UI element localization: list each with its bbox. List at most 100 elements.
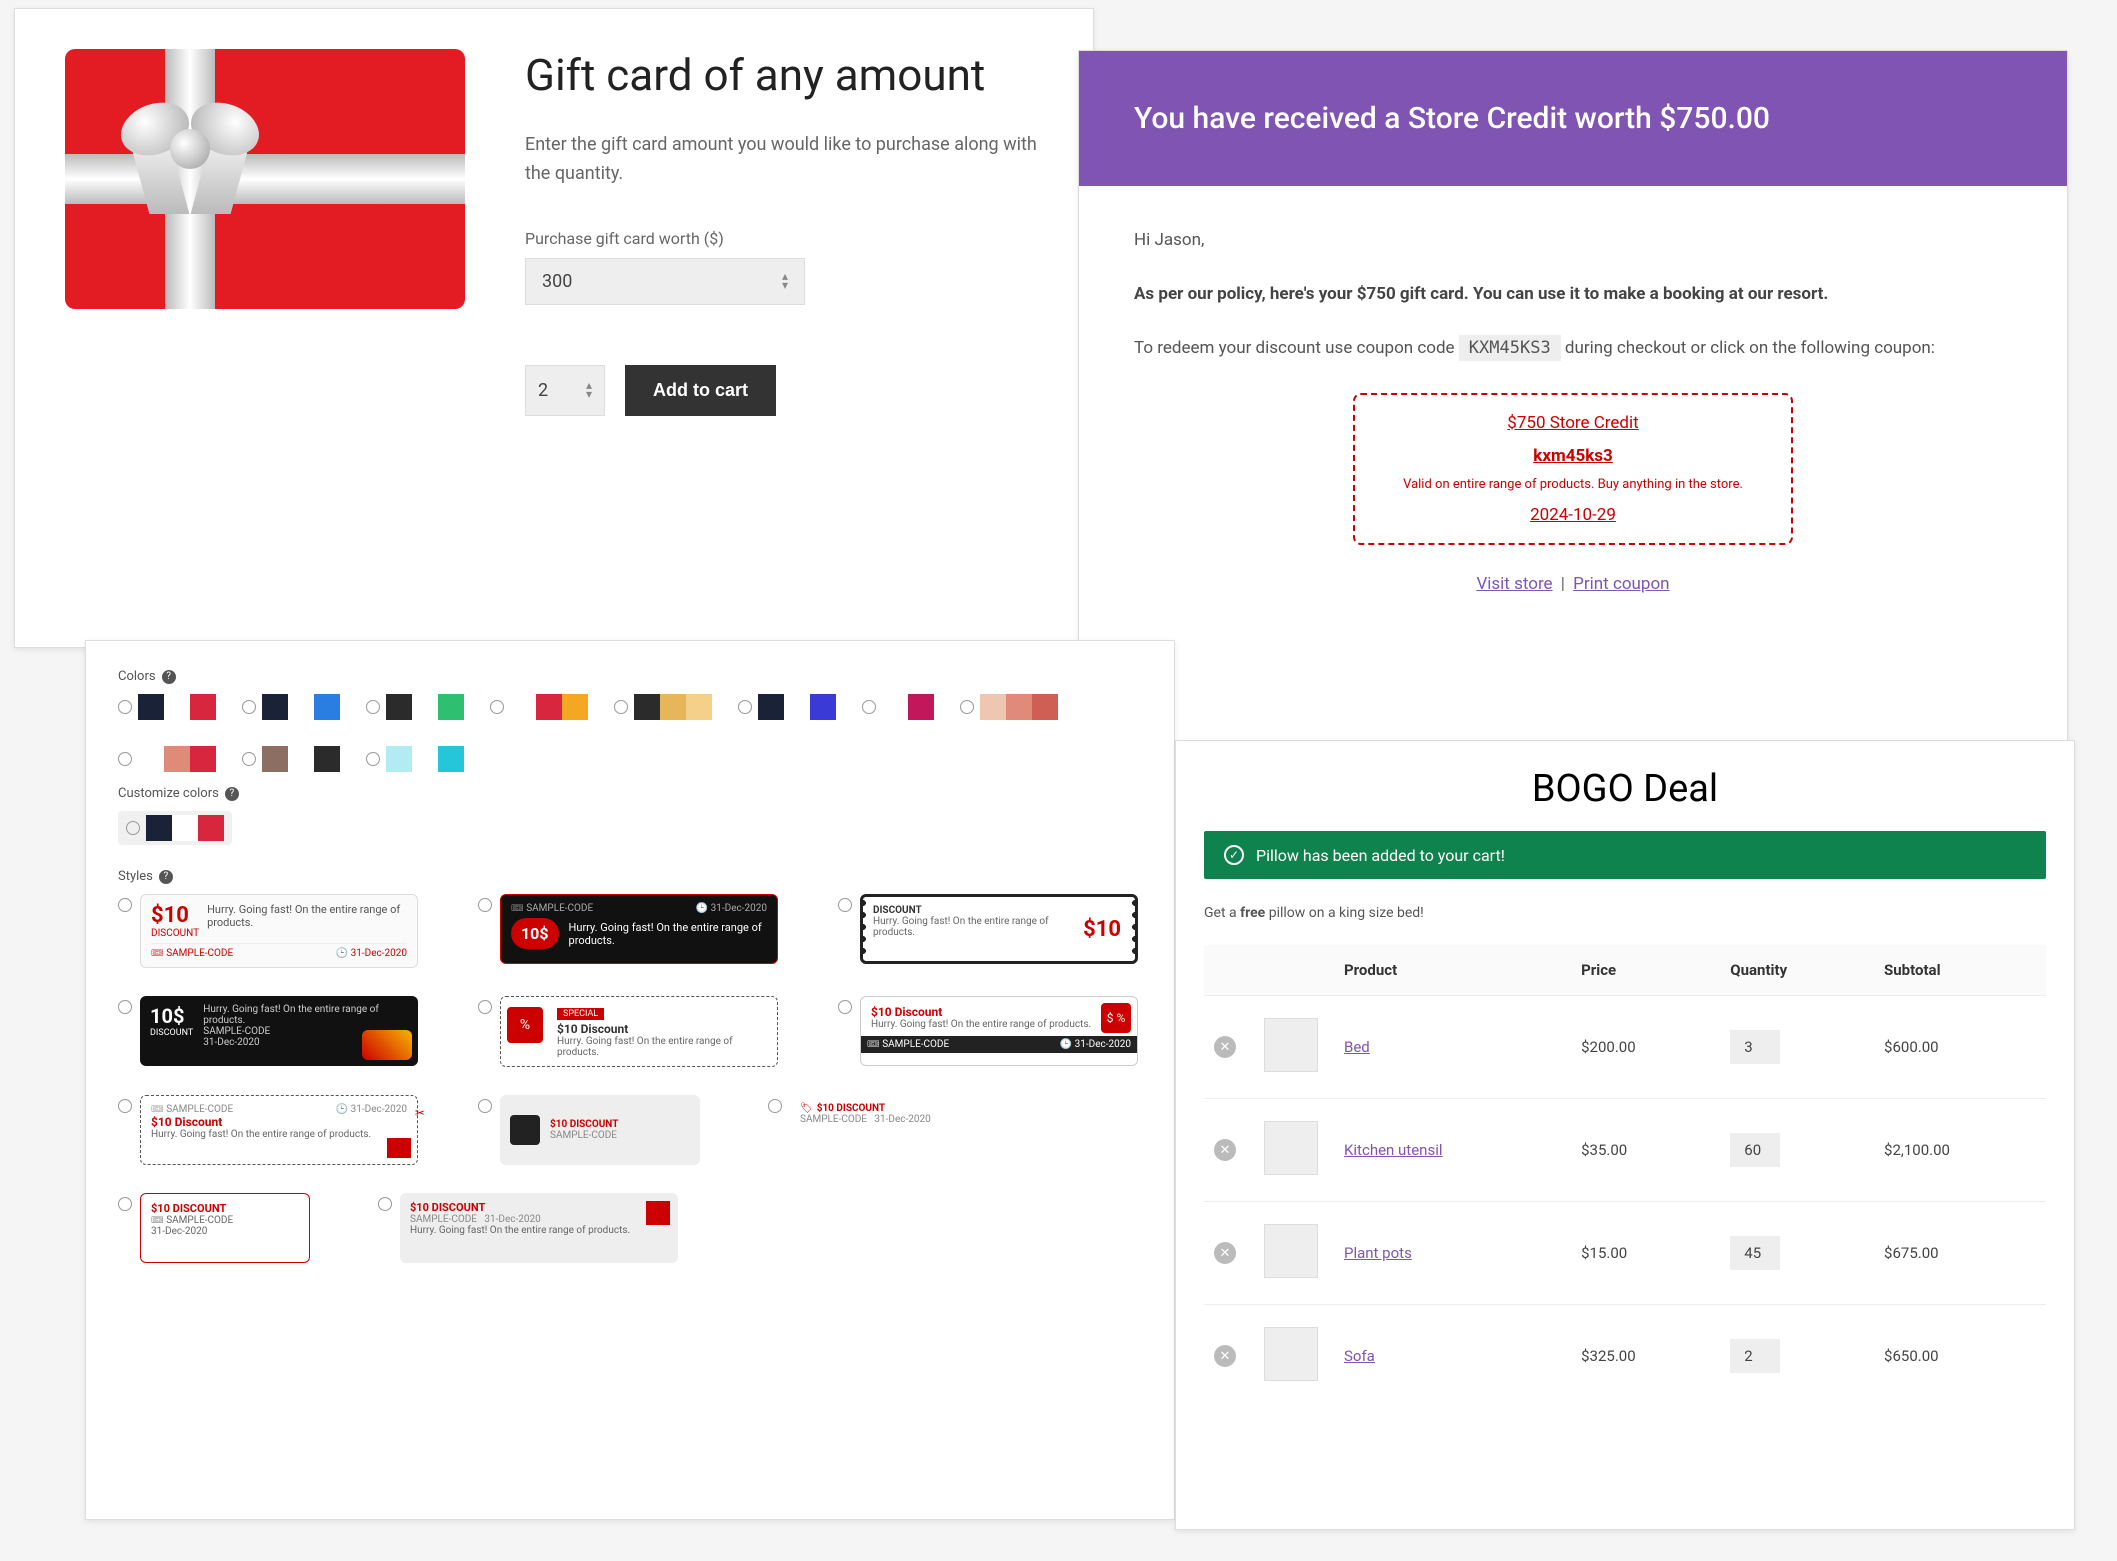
product-thumbnail[interactable] [1264, 1224, 1318, 1278]
radio-icon[interactable] [478, 898, 492, 912]
color-palette-option[interactable] [862, 694, 934, 720]
color-palette-option[interactable] [242, 746, 340, 772]
remove-item-button[interactable]: ✕ [1214, 1345, 1236, 1367]
color-swatch [634, 694, 660, 720]
radio-icon[interactable] [378, 1197, 392, 1211]
table-row: ✕Kitchen utensil$35.0060$2,100.00 [1204, 1099, 2046, 1202]
inline-coupon-code: KXM45KS3 [1459, 335, 1561, 361]
coupon-style-option[interactable]: % SPECIAL $10 Discount Hurry. Going fast… [478, 996, 778, 1067]
color-palette-option[interactable] [242, 694, 340, 720]
coupon-style-option[interactable]: 🏷$10 DISCOUNT SAMPLE-CODE 31-Dec-2020 [768, 1095, 1028, 1165]
color-swatch [686, 694, 712, 720]
color-palette-option[interactable] [490, 694, 588, 720]
product-link[interactable]: Kitchen utensil [1344, 1141, 1443, 1159]
quantity-input[interactable]: 2 ▴▾ [525, 365, 605, 416]
add-to-cart-button[interactable]: Add to cart [625, 365, 776, 416]
color-swatch [198, 815, 224, 841]
quantity-input[interactable]: 60 [1730, 1133, 1780, 1167]
product-link[interactable]: Plant pots [1344, 1244, 1412, 1262]
gift-amount-input[interactable]: 300 ▴▾ [525, 258, 805, 305]
print-coupon-link[interactable]: Print coupon [1573, 574, 1669, 594]
remove-item-button[interactable]: ✕ [1214, 1242, 1236, 1264]
radio-icon[interactable] [490, 700, 504, 714]
col-product: Product [1334, 945, 1571, 996]
coupon-style-option[interactable]: $10 DISCOUNT SAMPLE-CODE 31-Dec-2020 Hur… [378, 1193, 678, 1263]
product-thumbnail[interactable] [1264, 1121, 1318, 1175]
color-swatch [190, 746, 216, 772]
color-palette-option[interactable] [366, 694, 464, 720]
color-swatch [386, 694, 412, 720]
radio-icon[interactable] [478, 1000, 492, 1014]
coupon-style-option[interactable]: $10DISCOUNT Hurry. Going fast! On the en… [118, 894, 418, 968]
stepper-arrows-icon[interactable]: ▴▾ [586, 381, 592, 400]
coupon-style-option[interactable]: $10 DISCOUNT SAMPLE-CODE [478, 1095, 708, 1165]
table-row: ✕Sofa$325.002$650.00 [1204, 1305, 2046, 1408]
coupon-style-option[interactable]: 🎟 SAMPLE-CODE 🕒 31-Dec-2020 10$ Hurry. G… [478, 894, 778, 968]
radio-icon[interactable] [366, 700, 380, 714]
subtotal-cell: $2,100.00 [1874, 1099, 2046, 1202]
color-palette-option[interactable] [366, 746, 464, 772]
coupon-code: kxm45ks3 [1373, 442, 1773, 471]
radio-icon[interactable] [242, 752, 256, 766]
color-palette-option[interactable] [118, 694, 216, 720]
color-swatch [1032, 694, 1058, 720]
color-palette-option[interactable] [118, 746, 216, 772]
help-icon[interactable]: ? [225, 787, 239, 801]
product-thumbnail[interactable] [1264, 1327, 1318, 1381]
stepper-arrows-icon[interactable]: ▴▾ [782, 272, 788, 291]
radio-icon[interactable] [960, 700, 974, 714]
quantity-input[interactable]: 2 [1730, 1339, 1780, 1373]
customize-palette-option[interactable] [118, 811, 232, 845]
quantity-input[interactable]: 45 [1730, 1236, 1780, 1270]
radio-icon[interactable] [118, 700, 132, 714]
quantity-input[interactable]: 3 [1730, 1030, 1780, 1064]
product-link[interactable]: Sofa [1344, 1347, 1375, 1365]
radio-icon[interactable] [738, 700, 752, 714]
color-swatch [510, 694, 536, 720]
radio-icon[interactable] [118, 898, 132, 912]
radio-icon[interactable] [118, 1000, 132, 1014]
coupon-box[interactable]: $750 Store Credit kxm45ks3 Valid on enti… [1353, 393, 1793, 546]
help-icon[interactable]: ? [162, 670, 176, 684]
radio-icon[interactable] [768, 1099, 782, 1113]
coupon-style-option[interactable]: 10$DISCOUNT Hurry. Going fast! On the en… [118, 996, 418, 1067]
visit-store-link[interactable]: Visit store [1476, 574, 1552, 594]
coupon-style-option[interactable]: $10 Discount Hurry. Going fast! On the e… [838, 996, 1138, 1067]
radio-icon[interactable] [614, 700, 628, 714]
remove-item-button[interactable]: ✕ [1214, 1139, 1236, 1161]
radio-icon[interactable] [366, 752, 380, 766]
radio-icon[interactable] [118, 1099, 132, 1113]
styles-section-label: Styles ? [118, 869, 1142, 884]
coupon-title-link[interactable]: $750 Store Credit [1507, 413, 1638, 433]
radio-icon[interactable] [126, 821, 140, 835]
color-swatch [386, 746, 412, 772]
radio-icon[interactable] [838, 1000, 852, 1014]
scissors-icon: ✂ [415, 1106, 425, 1120]
coupon-expiry-date: 2024-10-29 [1373, 501, 1773, 530]
coupon-style-option[interactable]: DISCOUNT Hurry. Going fast! On the entir… [838, 894, 1138, 968]
radio-icon[interactable] [862, 700, 876, 714]
gift-card-description: Enter the gift card amount you would lik… [525, 131, 1043, 189]
color-swatch [164, 694, 190, 720]
product-thumbnail[interactable] [1264, 1018, 1318, 1072]
radio-icon[interactable] [838, 898, 852, 912]
color-palette-option[interactable] [738, 694, 836, 720]
check-icon: ✓ [1224, 845, 1244, 865]
colors-section-label: Colors ? [118, 669, 1142, 684]
coupon-style-option[interactable]: 🎟 SAMPLE-CODE 🕒 31-Dec-2020 $10 Discount… [118, 1095, 418, 1165]
color-palette-option[interactable] [614, 694, 712, 720]
color-swatch [138, 694, 164, 720]
radio-icon[interactable] [118, 1197, 132, 1211]
coupon-style-option[interactable]: $10 DISCOUNT 🎟 SAMPLE-CODE 31-Dec-2020 [118, 1193, 318, 1263]
bogo-title: BOGO Deal [1204, 767, 2046, 811]
remove-item-button[interactable]: ✕ [1214, 1036, 1236, 1058]
radio-icon[interactable] [118, 752, 132, 766]
color-swatch [882, 694, 908, 720]
product-link[interactable]: Bed [1344, 1038, 1370, 1056]
radio-icon[interactable] [478, 1099, 492, 1113]
store-credit-header: You have received a Store Credit worth $… [1079, 51, 2067, 186]
color-swatch [288, 694, 314, 720]
help-icon[interactable]: ? [159, 870, 173, 884]
color-palette-option[interactable] [960, 694, 1058, 720]
radio-icon[interactable] [242, 700, 256, 714]
